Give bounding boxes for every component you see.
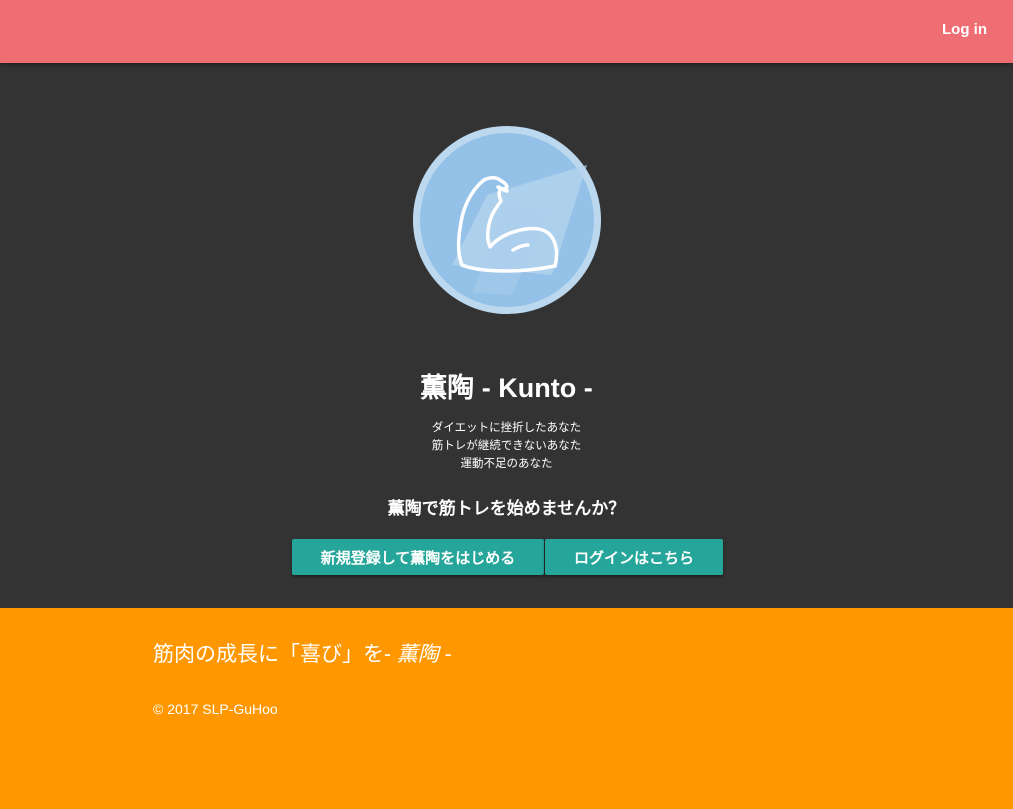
login-button[interactable]: ログインはこちら bbox=[545, 539, 723, 575]
hero-section: 薫陶 - Kunto - ダイエットに挫折したあなた 筋トレが継続できないあなた… bbox=[0, 63, 1013, 608]
register-button[interactable]: 新規登録して薫陶をはじめる bbox=[292, 539, 544, 575]
footer-copyright: © 2017 SLP-GuHoo bbox=[153, 701, 278, 717]
cta-heading: 薫陶で筋トレを始めませんか？ bbox=[387, 499, 626, 518]
tagline-line: 運動不足のあなた bbox=[460, 458, 553, 470]
top-navbar: Log in bbox=[0, 0, 1013, 63]
nav-login-link[interactable]: Log in bbox=[942, 21, 987, 38]
tagline-line: ダイエットに挫折したあなた bbox=[431, 422, 582, 434]
tagline-line: 筋トレが継続できないあなた bbox=[431, 440, 582, 452]
footer-slogan-text: 筋肉の成長に「喜び」を- bbox=[153, 643, 397, 666]
footer: 筋肉の成長に「喜び」を- 薫陶 - © 2017 SLP-GuHoo bbox=[0, 608, 1013, 809]
footer-slogan-suffix: - bbox=[438, 643, 452, 666]
flexed-bicep-icon bbox=[413, 126, 601, 314]
app-title: 薫陶 - Kunto - bbox=[420, 373, 593, 403]
footer-slogan: 筋肉の成長に「喜び」を- 薫陶 - bbox=[153, 638, 452, 668]
app-logo bbox=[412, 125, 602, 315]
footer-slogan-brand: 薫陶 bbox=[396, 643, 439, 666]
